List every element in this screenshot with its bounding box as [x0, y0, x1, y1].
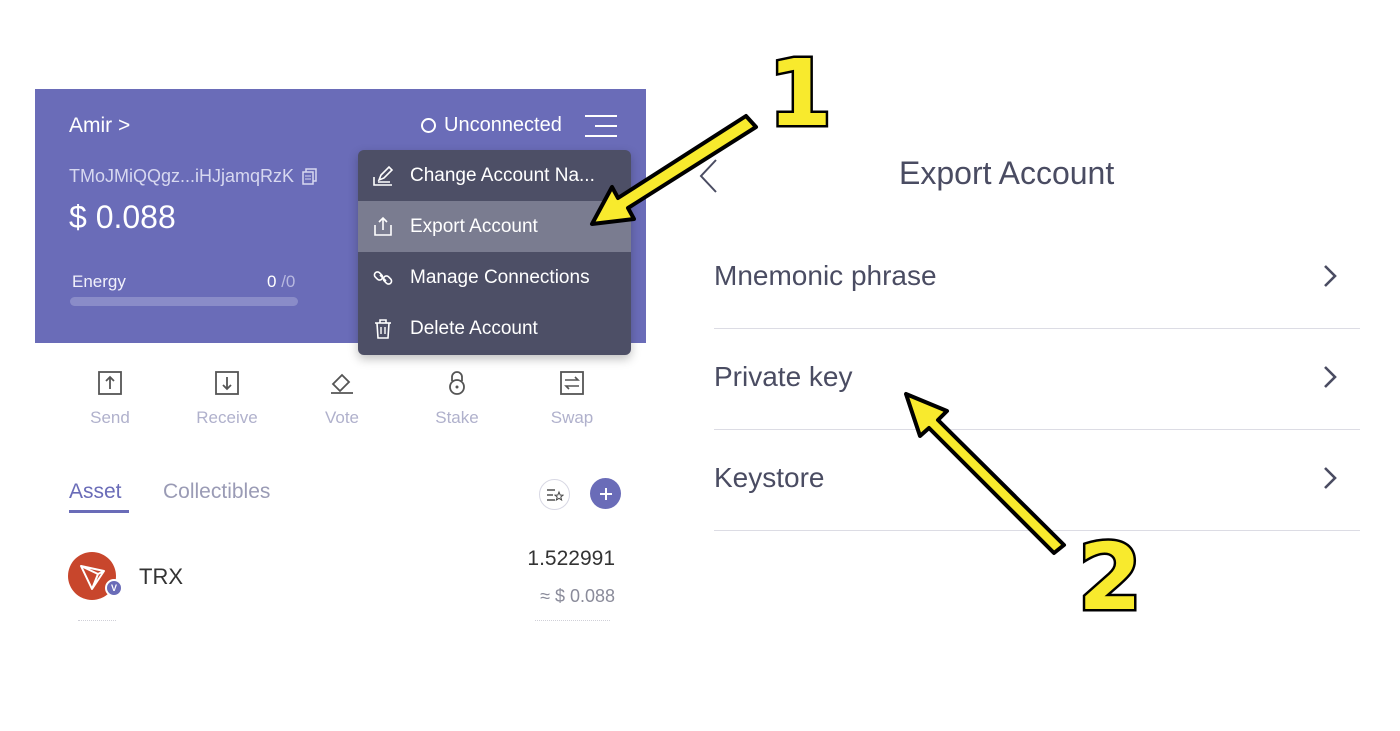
account-menu-dropdown: Change Account Na... Export Account Mana… — [358, 150, 631, 355]
swap-button[interactable]: Swap — [522, 365, 622, 428]
link-icon — [372, 267, 394, 289]
tab-collectibles[interactable]: Collectibles — [163, 480, 270, 504]
vote-icon — [331, 373, 353, 394]
action-row: Send Receive Vote Stake Swap — [35, 365, 646, 435]
menu-icon[interactable] — [585, 113, 617, 139]
chevron-right-icon — [1324, 467, 1337, 489]
plus-icon — [599, 487, 612, 500]
connection-status[interactable]: Unconnected — [421, 114, 562, 137]
export-option-keystore[interactable]: Keystore — [714, 430, 1360, 531]
connection-status-label: Unconnected — [444, 114, 562, 136]
energy-max: /0 — [276, 272, 296, 291]
step-1-label: 1 — [765, 40, 834, 147]
verified-badge: V — [105, 579, 123, 597]
action-label: Send — [90, 408, 130, 427]
token-amount: 1.522991 — [527, 547, 615, 570]
edit-icon — [372, 165, 394, 187]
send-icon — [98, 371, 122, 395]
status-dot-icon — [421, 118, 436, 133]
menu-item-label: Export Account — [410, 215, 538, 237]
token-fiat-value: ≈ $ 0.088 — [540, 586, 615, 606]
total-balance: $ 0.088 — [69, 199, 176, 235]
energy-value: 0 /0 — [267, 272, 295, 292]
export-option-label: Private key — [714, 361, 853, 392]
chevron-right-icon — [1324, 265, 1337, 287]
divider — [78, 620, 116, 622]
energy-progress-bar — [70, 297, 298, 306]
copy-icon[interactable] — [302, 168, 317, 185]
token-name: TRX — [139, 564, 183, 589]
export-option-label: Keystore — [714, 462, 825, 493]
step-2-label: 2 — [1075, 524, 1144, 631]
tab-asset[interactable]: Asset — [69, 480, 122, 504]
swap-icon — [560, 371, 584, 395]
page-title: Export Account — [899, 155, 1115, 191]
menu-item-change-account-name[interactable]: Change Account Na... — [358, 150, 631, 201]
vote-button[interactable]: Vote — [292, 365, 392, 428]
menu-item-manage-connections[interactable]: Manage Connections — [358, 252, 631, 303]
trash-icon — [372, 318, 394, 340]
divider — [535, 620, 610, 622]
menu-item-label: Change Account Na... — [410, 164, 595, 186]
address-text: TMoJMiQQgz...iHJjamqRzK — [69, 166, 295, 186]
menu-item-export-account[interactable]: Export Account — [358, 201, 631, 252]
export-option-mnemonic[interactable]: Mnemonic phrase — [714, 228, 1360, 329]
menu-item-label: Delete Account — [410, 317, 538, 339]
export-option-label: Mnemonic phrase — [714, 260, 937, 291]
back-chevron-icon[interactable] — [698, 158, 720, 194]
action-label: Receive — [196, 408, 258, 427]
token-sort-icon[interactable] — [539, 479, 570, 510]
energy-label: Energy — [72, 272, 126, 291]
menu-item-delete-account[interactable]: Delete Account — [358, 303, 631, 354]
account-name-button[interactable]: Amir > — [69, 114, 130, 138]
receive-icon — [215, 371, 239, 395]
export-icon — [372, 216, 394, 238]
token-row-trx[interactable]: V TRX 1.522991 ≈ $ 0.088 — [68, 545, 620, 615]
stake-button[interactable]: Stake — [407, 365, 507, 428]
add-token-button[interactable] — [590, 478, 621, 509]
account-address: TMoJMiQQgz...iHJjamqRzK — [69, 166, 317, 187]
lock-icon — [449, 371, 465, 395]
page: Amir > Unconnected TMoJMiQQgz...iHJjamqR… — [0, 0, 1400, 731]
action-label: Stake — [435, 408, 479, 427]
export-option-private-key[interactable]: Private key — [714, 329, 1360, 430]
chevron-right-icon — [1324, 366, 1337, 388]
action-label: Vote — [324, 408, 360, 427]
send-button[interactable]: Send — [60, 365, 160, 428]
receive-button[interactable]: Receive — [177, 365, 277, 428]
active-tab-underline — [69, 510, 129, 513]
menu-item-label: Manage Connections — [410, 266, 590, 288]
action-label: Swap — [550, 408, 594, 427]
